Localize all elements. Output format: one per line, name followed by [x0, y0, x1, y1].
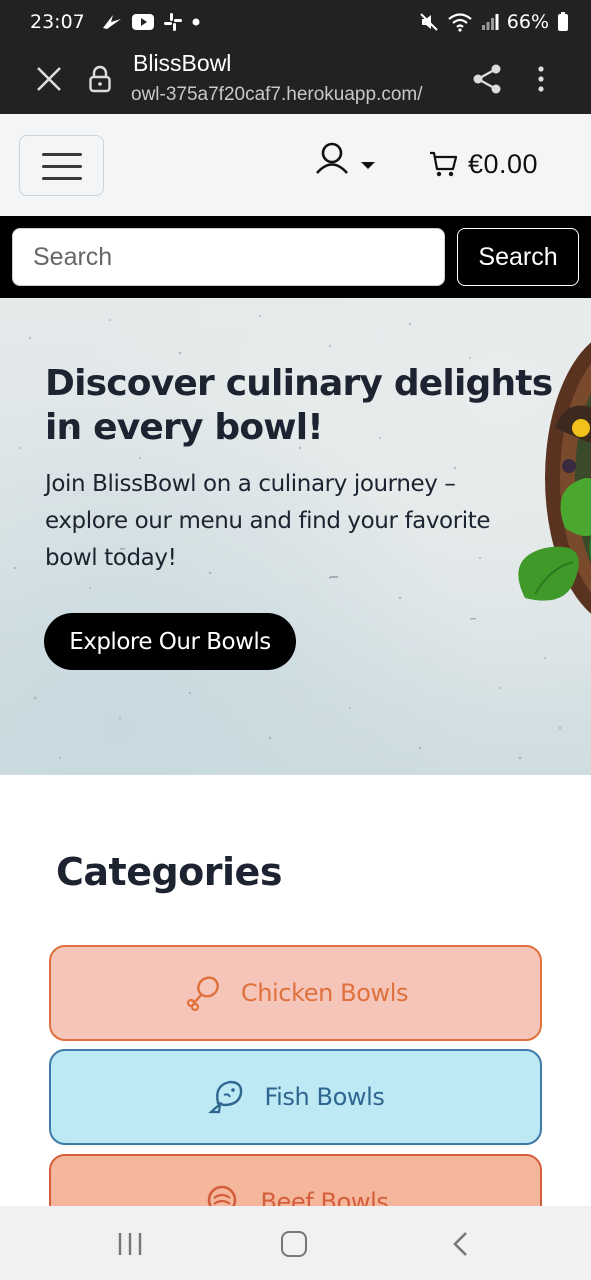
hero-banner: Discover culinary delights in every bowl… [0, 298, 591, 775]
menu-toggle-button[interactable] [19, 135, 104, 196]
browser-toolbar: BlissBowl owl-375a7f20caf7.herokuapp.com… [0, 44, 591, 114]
fish-icon [208, 1080, 243, 1114]
categories-title: Categories [56, 850, 282, 894]
close-icon [37, 67, 61, 91]
site-security-button[interactable] [88, 65, 112, 93]
user-icon [316, 142, 375, 174]
site-header: €0.00 [0, 114, 591, 216]
category-label: Chicken Bowls [240, 979, 409, 1007]
status-notification-icons [101, 12, 201, 32]
battery-level: 66% [506, 11, 549, 33]
page-url[interactable]: owl-375a7f20caf7.herokuapp.com/ [131, 84, 451, 106]
category-label: Fish Bowls [264, 1083, 385, 1111]
more-options-button[interactable] [530, 64, 552, 94]
lock-icon [89, 65, 111, 93]
status-time: 23:07 [30, 11, 85, 33]
hero-title: Discover culinary delights in every bowl… [45, 363, 553, 448]
cart-total: €0.00 [468, 148, 539, 179]
battery-icon [557, 12, 569, 32]
status-left: 23:07 [30, 11, 201, 33]
slack-icon [163, 12, 183, 32]
more-vertical-icon [538, 66, 544, 92]
system-navigation-bar [0, 1206, 591, 1280]
cart-icon [430, 151, 458, 177]
explore-bowls-button[interactable]: Explore Our Bowls [44, 613, 296, 670]
hamburger-line [42, 177, 82, 180]
search-bar: Search [0, 216, 591, 298]
back-button[interactable] [450, 1231, 470, 1257]
status-right: 66% [419, 11, 569, 33]
youtube-icon [131, 13, 155, 31]
hamburger-line [42, 165, 82, 168]
back-icon [453, 1232, 467, 1256]
home-button[interactable] [281, 1231, 307, 1257]
hero-text: Join BlissBowl on a culinary journey – e… [45, 471, 491, 571]
cart-button[interactable]: €0.00 [428, 144, 538, 184]
category-fish-bowls[interactable]: Fish Bowls [49, 1049, 542, 1145]
screen: 23:07 66% BlissBowl owl-375a7f20caf7.her… [0, 0, 591, 1280]
notification-icon [101, 13, 123, 31]
signal-icon [481, 13, 499, 31]
share-button[interactable] [471, 63, 503, 95]
page-title: BlissBowl [133, 50, 232, 76]
dot-icon [191, 17, 201, 27]
drumstick-icon [186, 976, 219, 1012]
mute-icon [419, 12, 439, 32]
recents-icon [118, 1233, 142, 1255]
close-tab-button[interactable] [34, 64, 64, 94]
search-input[interactable] [12, 228, 445, 286]
share-icon [473, 64, 501, 94]
hamburger-line [42, 153, 82, 156]
status-bar: 23:07 66% [0, 0, 591, 44]
account-dropdown-button[interactable] [314, 142, 378, 182]
category-chicken-bowls[interactable]: Chicken Bowls [49, 945, 542, 1041]
wifi-icon [447, 12, 473, 32]
recent-apps-button[interactable] [117, 1232, 143, 1256]
search-button[interactable]: Search [457, 228, 579, 286]
